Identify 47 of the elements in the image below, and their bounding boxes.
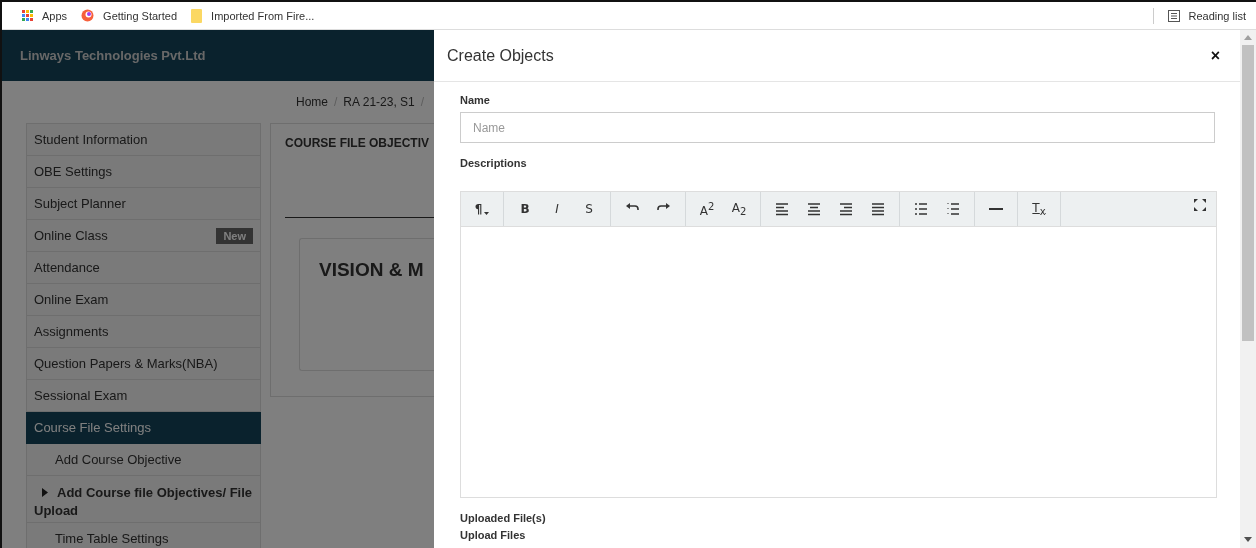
new-badge: New — [216, 227, 253, 244]
reading-list-button[interactable]: Reading list — [1167, 9, 1246, 22]
sidebar-item[interactable]: Question Papers & Marks(NBA) — [26, 348, 261, 380]
sidebar-item[interactable]: Course File Settings — [26, 412, 261, 444]
panel-title: COURSE FILE OBJECTIV — [285, 136, 431, 150]
sidebar-item[interactable]: Student Information — [26, 123, 261, 156]
bookmark-folder-icon — [191, 8, 203, 23]
toolbar-button[interactable]: A$_{2}$ — [723, 196, 755, 222]
toolbar-button[interactable]: I — [541, 196, 573, 222]
modal-title: Create Objects — [447, 46, 554, 65]
sidebar-item[interactable]: Online Exam — [26, 284, 261, 316]
field-label: Upload Files — [460, 529, 527, 541]
field-label: Descriptions — [460, 157, 528, 169]
sidebar-item[interactable]: Attendance — [26, 252, 261, 284]
toolbar-button[interactable]: A$^{2}$ — [691, 196, 723, 222]
apps-grid-icon — [22, 10, 33, 21]
card-title: VISION & M — [319, 259, 424, 280]
toolbar-button[interactable]: ¶ — [466, 196, 498, 222]
scrollbar-thumb[interactable] — [1242, 45, 1254, 341]
breadcrumb-link[interactable]: RA 21-23, S1 — [343, 95, 415, 109]
sidebar-item[interactable]: Online Class New — [26, 220, 261, 252]
reading-list-icon — [1167, 9, 1180, 22]
bookmark-link[interactable]: Getting Started — [81, 9, 178, 22]
toolbar-button[interactable]: B — [509, 196, 541, 222]
brand-name: Linways Technologies Pvt.Ltd — [20, 48, 206, 63]
breadcrumb-separator: / — [420, 95, 425, 109]
sidebar-item[interactable]: OBE Settings — [26, 156, 261, 188]
toolbar-button[interactable]: S — [573, 196, 605, 222]
sidebar-item[interactable]: Assignments — [26, 316, 261, 348]
field-label: Uploaded File(s) — [460, 512, 547, 524]
name-input[interactable]: Name — [460, 112, 1215, 143]
toolbar-button[interactable]: T$_{x}$ — [1023, 196, 1055, 222]
sidebar-item[interactable]: Subject Planner — [26, 188, 261, 220]
scroll-down-icon[interactable] — [1244, 537, 1252, 542]
globe-icon — [81, 9, 95, 22]
sidebar-subitem[interactable]: Add Course file Objectives/ File Upload — [26, 476, 261, 523]
caret-icon — [484, 211, 490, 215]
sidebar-subitem[interactable]: Add Course Objective — [26, 444, 261, 476]
breadcrumb-separator: / — [334, 95, 338, 109]
sidebar-subitem[interactable]: Time Table Settings — [26, 523, 261, 548]
bookmark-link[interactable]: Apps — [22, 9, 68, 22]
close-button[interactable]: × — [1206, 47, 1224, 64]
field-label: Name — [460, 94, 491, 106]
sidebar-item[interactable]: Sessional Exam — [26, 380, 261, 412]
scrollbar[interactable] — [1240, 30, 1256, 548]
bookmark-link[interactable]: Imported From Fire... — [191, 8, 315, 23]
breadcrumb-link[interactable]: Home — [296, 95, 328, 109]
